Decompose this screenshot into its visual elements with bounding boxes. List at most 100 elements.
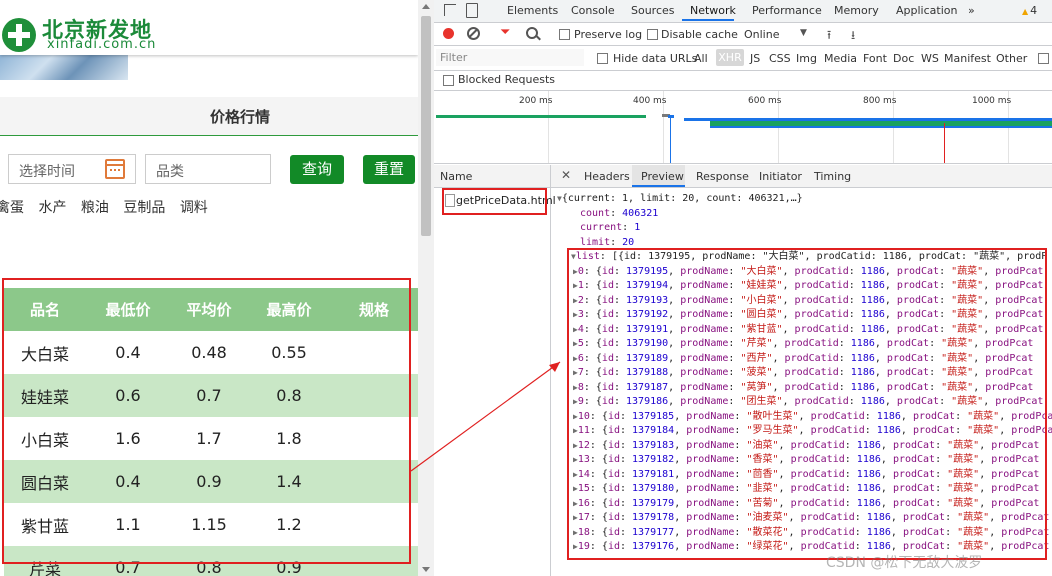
throttling-select[interactable]: Online	[744, 28, 779, 41]
tab-performance[interactable]: Performance	[752, 4, 822, 17]
tab-elements[interactable]: Elements	[507, 4, 558, 17]
hide-data-urls-checkbox[interactable]	[597, 53, 608, 64]
tab-headers[interactable]: Headers	[584, 170, 630, 183]
reset-button[interactable]: 重置	[363, 155, 415, 184]
json-root-line[interactable]: ▼{current: 1, limit: 20, count: 406321,……	[557, 192, 803, 207]
query-button[interactable]: 查询	[290, 155, 344, 184]
section-title-divider	[0, 135, 418, 136]
category-placeholder: 品类	[156, 164, 184, 180]
timeline-tick-label: 600 ms	[748, 96, 782, 106]
filter-input[interactable]: Filter	[436, 49, 584, 66]
disable-cache-checkbox[interactable]	[647, 29, 658, 40]
logo-domain[interactable]: xinfadi.com.cn	[47, 37, 156, 52]
warning-icon: ▲	[1022, 7, 1029, 16]
timeline-tick-label: 200 ms	[519, 96, 553, 106]
tab-network[interactable]: Network	[690, 4, 736, 17]
timeline-tick-label: 800 ms	[863, 96, 897, 106]
disable-cache-label: Disable cache	[661, 28, 738, 41]
type-filter-doc[interactable]: Doc	[893, 52, 914, 65]
scrollbar-thumb[interactable]	[421, 16, 431, 236]
category-link[interactable]: 禽蛋	[0, 200, 24, 216]
name-column-header: Name	[440, 170, 473, 183]
watermark: CSDN @松下无敌大波罗	[826, 555, 983, 571]
filter-bar: Filter Hide data URLs All XHR JS CSS Img…	[434, 46, 1052, 71]
type-filter-js[interactable]: JS	[750, 52, 760, 65]
request-list-header[interactable]: Name	[434, 165, 550, 188]
page-scrollbar[interactable]	[418, 0, 434, 576]
category-input[interactable]: 品类	[145, 154, 271, 184]
clear-icon[interactable]	[467, 27, 480, 40]
export-har-icon[interactable]: ⭳	[851, 26, 855, 47]
list-annotation-box	[567, 248, 1047, 560]
inspect-element-icon[interactable]	[444, 4, 456, 16]
category-link[interactable]: 调料	[180, 200, 208, 216]
search-icon[interactable]	[526, 27, 538, 39]
network-toolbar: ⏷ Preserve log Disable cache Online ▼ ⭱ …	[434, 23, 1052, 46]
json-current-line: current: 1	[580, 222, 641, 233]
record-icon[interactable]	[443, 28, 454, 39]
type-filter-ws[interactable]: WS	[921, 52, 939, 65]
scroll-up-arrow-icon[interactable]	[422, 4, 430, 9]
type-filter-font[interactable]: Font	[863, 52, 887, 65]
type-filter-img[interactable]: Img	[796, 52, 817, 65]
blocked-requests-row: Blocked Requests	[434, 70, 1052, 91]
request-list: Name	[434, 165, 551, 576]
type-filter-css[interactable]: CSS	[769, 52, 791, 65]
site-header: 北京新发地 xinfadi.com.cn	[0, 0, 418, 55]
type-filter-xhr[interactable]: XHR	[716, 49, 744, 66]
tab-application[interactable]: Application	[896, 4, 957, 17]
blocked-requests-label: Blocked Requests	[458, 73, 556, 86]
category-link[interactable]: 水产	[38, 200, 66, 216]
tab-console[interactable]: Console	[571, 4, 615, 17]
import-har-icon[interactable]: ⭱	[827, 26, 831, 47]
type-filter-other[interactable]: Other	[996, 52, 1027, 65]
tab-initiator[interactable]: Initiator	[759, 170, 802, 183]
filter-placeholder: Filter	[440, 51, 468, 64]
category-links: 禽蛋 水产 粮油 豆制品 调料	[0, 197, 218, 217]
chevron-down-icon[interactable]: ▼	[800, 28, 807, 38]
banner-image	[0, 55, 128, 80]
type-filter-media[interactable]: Media	[824, 52, 857, 65]
category-link[interactable]: 粮油	[81, 200, 109, 216]
close-icon[interactable]: ✕	[561, 168, 571, 182]
timeline-tick-label: 1000 ms	[972, 96, 1012, 106]
json-count-line: count: 406321	[580, 207, 659, 219]
section-title: 价格行情	[209, 108, 270, 126]
logo-icon	[2, 18, 36, 52]
filter-icon[interactable]: ⏷	[500, 25, 510, 40]
calendar-icon[interactable]	[105, 159, 125, 179]
preserve-log-checkbox[interactable]	[559, 29, 570, 40]
more-tabs-icon[interactable]: »	[968, 4, 975, 17]
date-picker-placeholder: 选择时间	[19, 164, 75, 180]
timeline-tick-label: 400 ms	[633, 96, 667, 106]
warning-badge[interactable]: ▲ 4	[1022, 4, 1037, 17]
hide-data-urls-label: Hide data URLs	[613, 52, 698, 65]
timeline-bar	[710, 126, 1052, 128]
date-picker-input[interactable]: 选择时间	[8, 154, 136, 184]
scroll-down-arrow-icon[interactable]	[422, 567, 430, 572]
timeline-bar	[668, 115, 674, 118]
tab-memory[interactable]: Memory	[834, 4, 879, 17]
devtools-tab-bar: Elements Console Sources Network Perform…	[434, 0, 1052, 23]
dom-content-loaded-marker	[670, 116, 671, 163]
tab-preview[interactable]: Preview	[641, 170, 684, 183]
tab-timing[interactable]: Timing	[814, 170, 851, 183]
timeline-bar	[436, 115, 646, 118]
warning-count: 4	[1030, 4, 1038, 17]
load-event-marker	[944, 123, 945, 163]
preserve-log-label: Preserve log	[574, 28, 643, 41]
tab-response[interactable]: Response	[696, 170, 749, 183]
tab-sources[interactable]: Sources	[631, 4, 675, 17]
network-timeline-overview[interactable]: 200 ms 400 ms 600 ms 800 ms 1000 ms	[434, 91, 1052, 164]
type-filter-manifest[interactable]: Manifest	[944, 52, 991, 65]
active-tab-indicator	[682, 19, 734, 21]
blocked-requests-checkbox[interactable]	[443, 75, 454, 86]
detail-tab-bar: ✕ Headers Preview Response Initiator Tim…	[551, 165, 1052, 188]
category-link[interactable]: 豆制品	[123, 200, 165, 216]
type-filter-all[interactable]: All	[694, 52, 708, 65]
has-blocked-cookies-checkbox[interactable]	[1038, 53, 1049, 64]
active-tab-indicator	[632, 185, 685, 187]
table-annotation-box	[2, 278, 411, 564]
request-annotation-box	[442, 188, 547, 215]
device-toolbar-icon[interactable]	[466, 3, 478, 18]
